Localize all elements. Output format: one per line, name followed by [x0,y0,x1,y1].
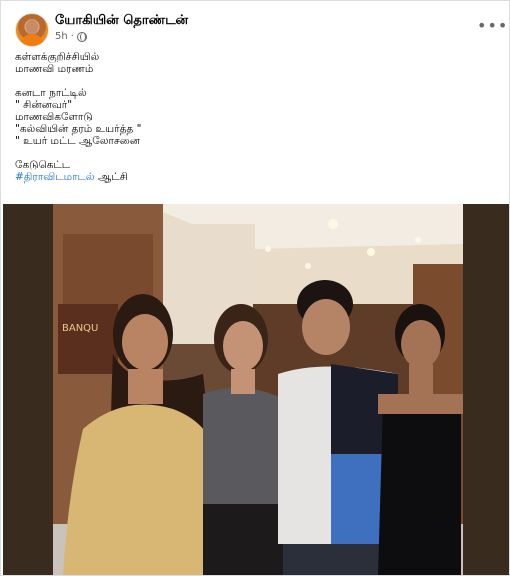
text-line: கள்ளக்குறிச்சியில் [15,51,100,63]
post-photo[interactable]: BANQU [53,204,463,575]
wall-sign-text: BANQU [62,323,98,334]
hashtag-suffix: ஆட்சி [94,171,128,183]
post-text: கள்ளக்குறிச்சியில் மாணவி மரணம் கனடா நாட்… [15,51,495,183]
post-photo-container[interactable]: BANQU [3,204,509,575]
public-globe-icon [76,31,87,42]
meta-dot: · [70,31,74,42]
text-line: கனடா நாட்டில் [15,87,87,99]
post-header: யோகியின் தொண்டன் 5h · ••• [15,11,507,47]
text-line: மாணவிகளோடு [15,111,93,123]
text-line: " உயர் மட்ட ஆலோசனை [15,135,140,147]
avatar-robe [20,34,44,46]
text-line: மாணவி மரணம் [15,63,94,75]
text-line: "கல்வியின் தரம் உயர்த்த " [15,123,142,135]
post-card: யோகியின் தொண்டன் 5h · ••• கள்ளக்குறிச்சி… [0,0,510,576]
photo-illustration: BANQU [53,204,463,575]
post-time[interactable]: 5h [55,31,68,42]
text-line: " சின்னவர்" [15,99,73,111]
author-name[interactable]: யோகியின் தொண்டன் [55,13,188,29]
hashtag-link[interactable]: #திராவிடமாடல் [15,171,95,183]
avatar-face [26,20,38,34]
more-options-button[interactable]: ••• [477,17,507,39]
text-line-hashtag: #திராவிடமாடல் ஆட்சி [15,171,495,183]
author-avatar[interactable] [15,13,49,47]
text-line: கேடுகெட்ட [15,159,71,171]
post-meta: 5h · [55,31,87,42]
